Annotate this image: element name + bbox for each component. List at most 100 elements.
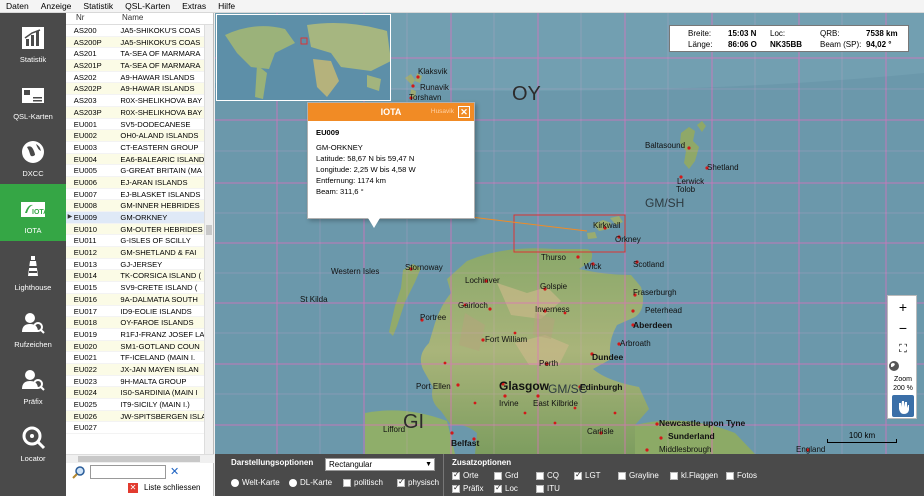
table-row[interactable]: EU002 OH0-ALAND ISLANDS bbox=[66, 130, 204, 142]
row-nr: EU021 bbox=[73, 353, 98, 363]
projection-select[interactable]: Rectangular ▼ bbox=[325, 458, 435, 471]
list-horizontal-scrollbar[interactable] bbox=[66, 454, 214, 463]
table-row[interactable]: EU024 IS0-SARDINIA (MAIN I bbox=[66, 387, 204, 399]
iota-info-popup[interactable]: IOTA Husavik ✕ EU009 GM-ORKNEY Latitude:… bbox=[307, 102, 475, 228]
checkbox-orte[interactable]: Orte bbox=[452, 470, 479, 480]
checkbox-kl-flaggen[interactable]: kl.Flaggen bbox=[670, 471, 718, 480]
table-row[interactable]: AS200P JA5-SHIKOKU'S COAS bbox=[66, 36, 204, 49]
toolbar-locator[interactable]: Locator bbox=[0, 412, 66, 469]
overview-map[interactable] bbox=[216, 14, 391, 101]
toolbar-label: Präfix bbox=[23, 397, 43, 406]
column-header-nr[interactable]: Nr bbox=[66, 13, 106, 24]
column-header-name[interactable]: Name bbox=[106, 13, 206, 24]
checkbox-physisch[interactable]: physisch bbox=[397, 477, 439, 487]
row-name: G-ISLES OF SCILLY bbox=[120, 236, 191, 246]
toolbar-rufzeichen[interactable]: Rufzeichen bbox=[0, 298, 66, 355]
clear-search-icon[interactable]: ✕ bbox=[170, 465, 179, 479]
table-row[interactable]: EU010 GM-OUTER HEBRIDES bbox=[66, 223, 204, 236]
table-row[interactable]: EU021 TF-ICELAND (MAIN I. bbox=[66, 352, 204, 364]
menu-anzeige[interactable]: Anzeige bbox=[35, 0, 78, 12]
table-row[interactable]: AS202P A9-HAWAR ISLANDS bbox=[66, 83, 204, 96]
row-nr: AS202 bbox=[73, 72, 97, 82]
checkbox-grd[interactable]: Grd bbox=[494, 471, 518, 480]
list-vertical-scrollbar[interactable] bbox=[204, 25, 213, 454]
map-label: England bbox=[796, 445, 826, 454]
table-row[interactable]: EU012 GM-SHETLAND & FAI bbox=[66, 247, 204, 259]
toolbar-lighthouse[interactable]: Lighthouse bbox=[0, 241, 66, 298]
table-row[interactable]: EU020 SM1-GOTLAND COUN bbox=[66, 340, 204, 353]
table-row[interactable]: AS201P TA-SEA OF MARMARA bbox=[66, 60, 204, 72]
checkbox-itu[interactable]: ITU bbox=[536, 484, 560, 493]
toolbar-label: QSL-Karten bbox=[13, 112, 53, 121]
table-row[interactable]: EU023 9H-MALTA GROUP bbox=[66, 376, 204, 388]
table-row[interactable]: AS201 TA-SEA OF MARMARA bbox=[66, 48, 204, 61]
row-nr: EU013 bbox=[73, 259, 98, 269]
checkbox-cq[interactable]: CQ bbox=[536, 471, 559, 480]
table-row[interactable]: EU006 EJ-ARAN ISLANDS bbox=[66, 176, 204, 189]
checkbox-präfix[interactable]: Präfix bbox=[452, 483, 483, 493]
menu-qsl-karten[interactable]: QSL-Karten bbox=[119, 0, 176, 12]
row-marker bbox=[66, 177, 74, 188]
table-row[interactable]: EU026 JW-SPITSBERGEN ISLA bbox=[66, 410, 204, 423]
toolbar-praefix[interactable]: Präfix bbox=[0, 355, 66, 412]
checkbox-fotos[interactable]: Fotos bbox=[726, 471, 757, 480]
table-row[interactable]: ▶ EU009 GM-ORKNEY bbox=[66, 212, 204, 224]
table-row[interactable]: AS203P R0X-SHELIKHOVA BAY bbox=[66, 106, 204, 119]
toolbar-iota[interactable]: IOTA IOTA bbox=[0, 184, 66, 241]
menu-extras[interactable]: Extras bbox=[176, 0, 212, 12]
toolbar-qsl-karten[interactable]: QSL-Karten bbox=[0, 70, 66, 127]
table-row[interactable]: EU019 R1FJ-FRANZ JOSEF LA bbox=[66, 329, 204, 341]
table-row[interactable]: AS200 JA5-SHIKOKU'S COAS bbox=[66, 25, 204, 37]
table-row[interactable]: EU018 OY-FAROE ISLANDS bbox=[66, 317, 204, 329]
fullscreen-icon[interactable]: ⛶ bbox=[888, 342, 918, 356]
popup-distance: Entfernung: 1174 km bbox=[316, 176, 386, 185]
row-marker bbox=[66, 95, 74, 106]
radio-welt-karte[interactable]: Welt-Karte bbox=[231, 478, 280, 487]
close-list-button[interactable]: ✕ Liste schliessen bbox=[128, 482, 212, 494]
row-name bbox=[120, 422, 204, 433]
row-nr: EU023 bbox=[73, 376, 98, 386]
table-row[interactable]: EU015 SV9-CRETE ISLAND ( bbox=[66, 282, 204, 294]
table-row[interactable]: EU013 GJ-JERSEY bbox=[66, 259, 204, 271]
popup-close-button[interactable]: ✕ bbox=[458, 106, 470, 118]
checkbox-lgt[interactable]: LGT bbox=[574, 470, 601, 480]
map-view[interactable]: Breite: 15:03 N Länge: 86:06 O Loc: NK35… bbox=[215, 13, 924, 454]
row-marker bbox=[66, 282, 74, 293]
table-row[interactable]: EU017 ID9-EOLIE ISLANDS bbox=[66, 306, 204, 318]
table-row[interactable]: EU005 G-GREAT BRITAIN (MA bbox=[66, 165, 204, 177]
radio-dl-karte[interactable]: DL-Karte bbox=[289, 478, 332, 487]
row-name: R0X-SHELIKHOVA BAY bbox=[120, 96, 203, 106]
search-input[interactable] bbox=[90, 465, 166, 479]
row-marker bbox=[66, 200, 74, 211]
checkbox-loc[interactable]: Loc bbox=[494, 483, 518, 493]
checkbox-grayline[interactable]: Grayline bbox=[618, 471, 659, 480]
close-list-label: Liste schliessen bbox=[144, 483, 201, 492]
zoom-in-button[interactable]: + bbox=[888, 299, 918, 315]
checkbox-politisch[interactable]: politisch bbox=[343, 478, 383, 487]
table-row[interactable]: EU025 IT9-SICILY (MAIN I.) bbox=[66, 399, 204, 411]
menu-daten[interactable]: Daten bbox=[0, 0, 35, 12]
table-row[interactable]: EU022 JX-JAN MAYEN ISLAN bbox=[66, 363, 204, 376]
toolbar-dxcc[interactable]: DXCC bbox=[0, 127, 66, 184]
table-row[interactable]: EU014 TK-CORSICA ISLAND ( bbox=[66, 270, 204, 283]
zoom-out-button[interactable]: − bbox=[888, 320, 918, 336]
table-row[interactable]: EU001 SV5-DODECANESE bbox=[66, 119, 204, 131]
menu-statistik[interactable]: Statistik bbox=[77, 0, 119, 12]
table-row[interactable]: EU004 EA6-BALEARIC ISLAND bbox=[66, 153, 204, 166]
table-row[interactable]: EU008 GM-INNER HEBRIDES bbox=[66, 200, 204, 212]
table-row[interactable]: AS203 R0X-SHELIKHOVA BAY bbox=[66, 95, 204, 107]
table-row[interactable]: EU027 bbox=[66, 422, 204, 435]
row-nr: EU009 bbox=[73, 213, 98, 222]
table-row[interactable]: AS202 A9-HAWAR ISLANDS bbox=[66, 72, 204, 84]
table-row[interactable]: EU007 EJ-BLASKET ISLANDS bbox=[66, 189, 204, 201]
menu-hilfe[interactable]: Hilfe bbox=[212, 0, 241, 12]
scrollbar-thumb[interactable] bbox=[206, 225, 212, 235]
table-row[interactable]: EU016 9A-DALMATIA SOUTH bbox=[66, 293, 204, 306]
table-row[interactable]: EU011 G-ISLES OF SCILLY bbox=[66, 235, 204, 248]
scrollbar-thumb[interactable] bbox=[78, 456, 200, 462]
pan-hand-button[interactable] bbox=[892, 395, 914, 417]
toolbar-statistik[interactable]: Statistik bbox=[0, 13, 66, 70]
table-row[interactable]: EU003 CT-EASTERN GROUP bbox=[66, 142, 204, 154]
map-label: Arbroath bbox=[620, 339, 651, 348]
longitude-label: Länge: bbox=[688, 40, 713, 49]
